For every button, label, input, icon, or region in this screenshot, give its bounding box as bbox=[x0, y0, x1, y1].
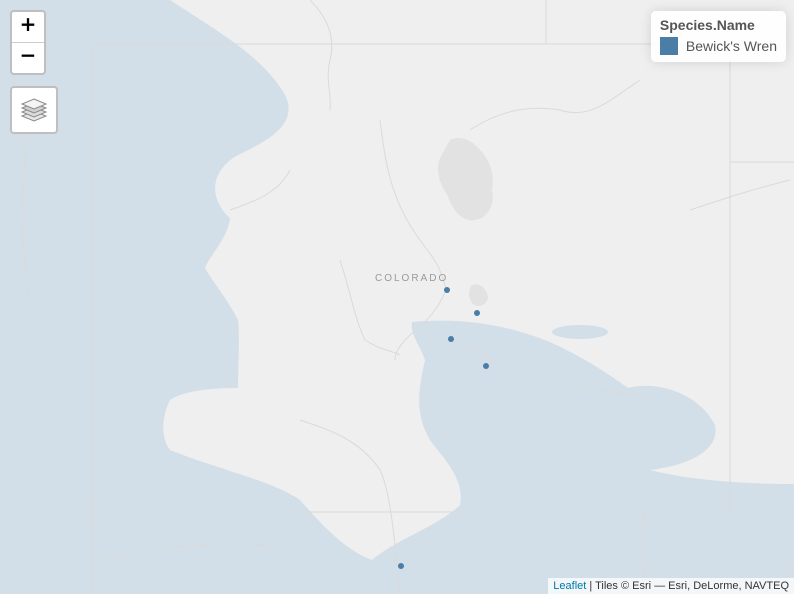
layers-icon bbox=[20, 98, 48, 122]
attribution: Leaflet | Tiles © Esri — Esri, DeLorme, … bbox=[548, 578, 794, 594]
observation-point[interactable] bbox=[474, 310, 480, 316]
attribution-text: | Tiles © Esri — Esri, DeLorme, NAVTEQ bbox=[586, 580, 789, 592]
zoom-control: + − bbox=[10, 10, 46, 75]
zoom-out-button[interactable]: − bbox=[12, 42, 44, 73]
legend-swatch bbox=[659, 37, 678, 55]
leaflet-link[interactable]: Leaflet bbox=[553, 580, 586, 592]
state-label: COLORADO bbox=[375, 273, 449, 284]
observation-point[interactable] bbox=[398, 563, 404, 569]
legend-item: Bewick's Wren bbox=[659, 37, 777, 55]
legend-title: Species.Name bbox=[659, 17, 755, 33]
observation-point[interactable] bbox=[444, 287, 450, 293]
layers-control-button[interactable] bbox=[10, 86, 58, 134]
legend-item-label: Bewick's Wren bbox=[685, 38, 777, 54]
map-container[interactable]: COLORADO + − Species.Name Bewick's Wren … bbox=[0, 0, 794, 594]
legend: Species.Name Bewick's Wren bbox=[650, 11, 786, 62]
observation-point[interactable] bbox=[448, 336, 454, 342]
observation-point[interactable] bbox=[483, 363, 489, 369]
basemap-tiles[interactable] bbox=[0, 0, 794, 594]
zoom-in-button[interactable]: + bbox=[12, 12, 44, 42]
lake bbox=[552, 325, 608, 339]
